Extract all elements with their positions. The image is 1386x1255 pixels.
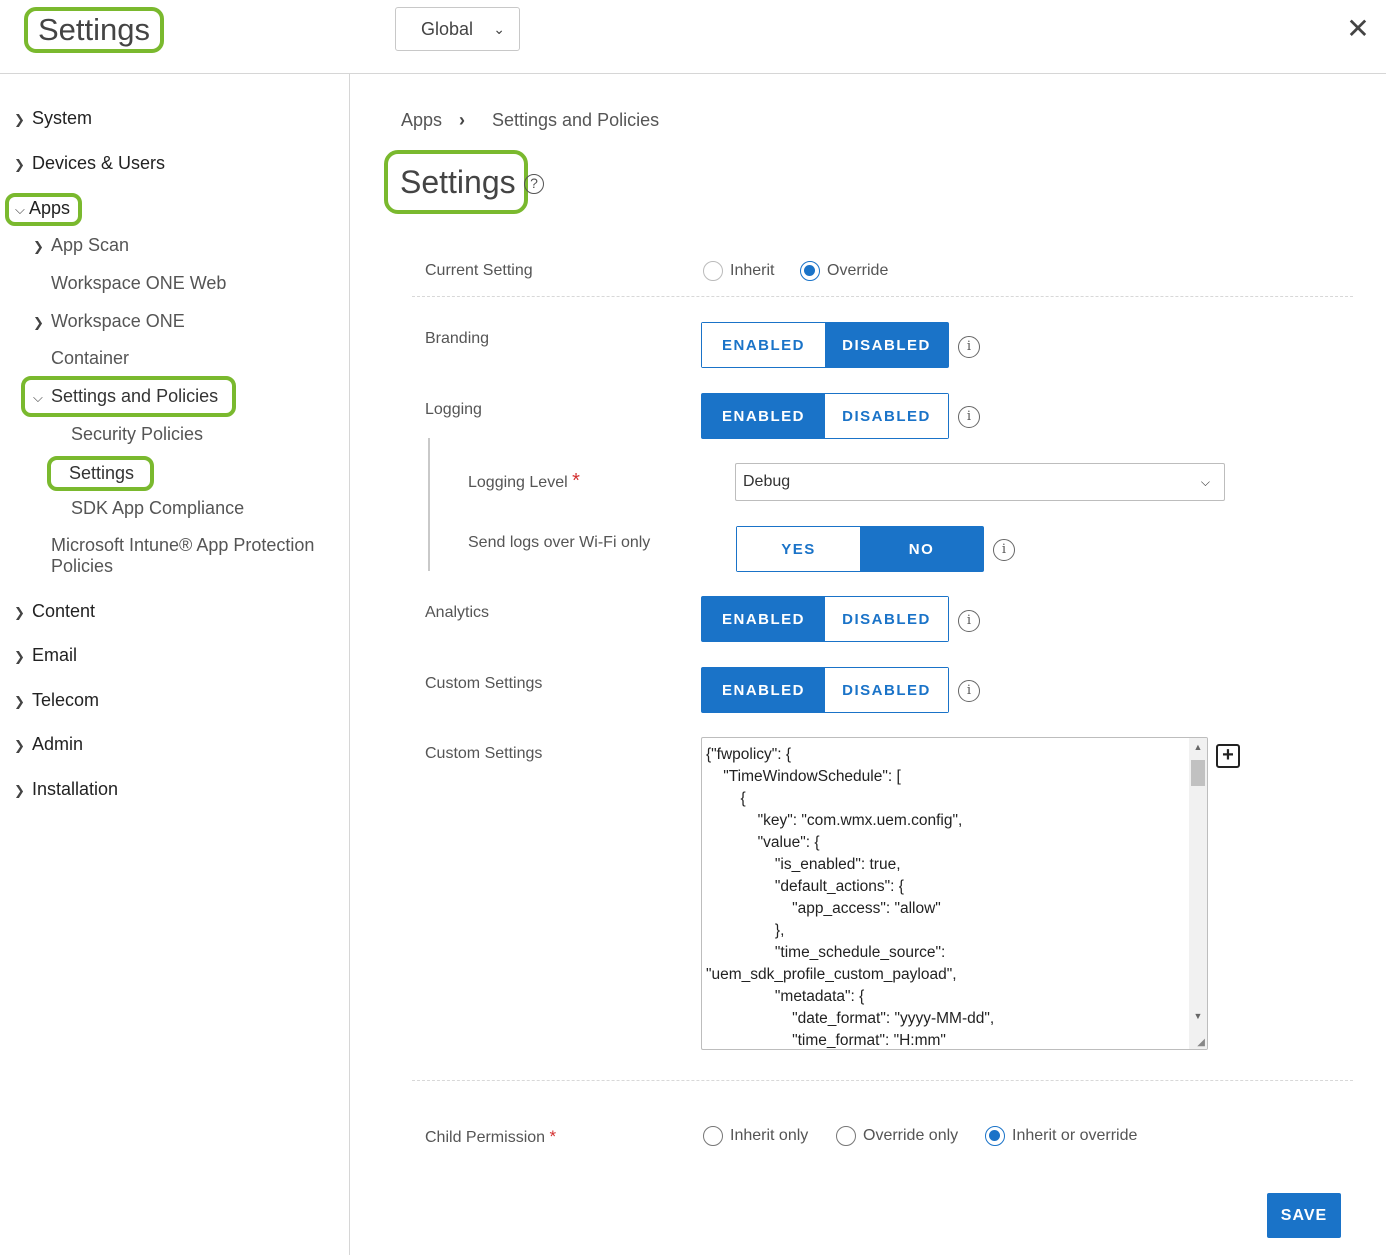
organization-group-selector[interactable]: Global ⌄ [395,7,520,51]
scroll-down-icon[interactable]: ▼ [1189,1007,1207,1025]
sidebar-item-installation[interactable]: ❯ Installation [14,779,118,800]
wifi-only-label: Send logs over Wi-Fi only [468,534,651,551]
breadcrumb-apps[interactable]: Apps [401,110,442,131]
custom-settings-info-icon[interactable]: i [958,680,980,702]
custom-settings-disabled-button[interactable]: DISABLED [825,668,948,712]
custom-settings-enabled-button[interactable]: ENABLED [702,668,825,712]
logging-enabled-button[interactable]: ENABLED [702,394,825,438]
sidebar-item-security-policies[interactable]: Security Policies [71,424,203,445]
chevron-right-icon: ❯ [33,239,44,254]
child-permission-override-only-radio[interactable]: Override only [836,1126,958,1146]
chevron-down-icon: ⌵ [15,202,25,217]
scope-value: Global [421,19,474,39]
radio-icon [703,1126,723,1146]
sidebar-item-settings-and-policies[interactable]: ⌵ Settings and Policies [21,376,237,417]
analytics-toggle: ENABLED DISABLED [701,596,949,642]
chevron-right-icon: ❯ [33,315,44,330]
sidebar-item-workspace-one-web[interactable]: Workspace ONE Web [51,273,226,294]
current-setting-label: Current Setting [425,262,533,279]
chevron-right-icon: ❯ [14,605,25,620]
custom-settings-toggle-label: Custom Settings [425,675,543,692]
analytics-label: Analytics [425,604,490,621]
save-button[interactable]: SAVE [1267,1193,1341,1238]
sidebar-item-container[interactable]: Container [51,348,129,369]
logging-group-indent-bar [428,438,430,571]
sidebar-item-apps[interactable]: ⌵ Apps [5,193,83,226]
logging-info-icon[interactable]: i [958,406,980,428]
wifi-only-toggle: YES NO [736,526,984,572]
custom-settings-text-label: Custom Settings [425,745,543,762]
chevron-right-icon: ❯ [14,738,25,753]
chevron-down-icon: ⌵ [1200,475,1210,489]
sidebar-item-workspace-one[interactable]: ❯ Workspace ONE [33,311,185,332]
custom-settings-toggle: ENABLED DISABLED [701,667,949,713]
chevron-right-icon: ❯ [14,112,25,127]
scrollbar-thumb[interactable] [1191,760,1205,786]
radio-icon [703,261,723,281]
branding-info-icon[interactable]: i [958,336,980,358]
radio-selected-icon [800,261,820,281]
chevron-right-icon: ❯ [14,157,25,172]
sidebar-item-content[interactable]: ❯ Content [14,601,95,622]
breadcrumb-separator-icon: › [459,110,465,130]
close-icon[interactable]: ✕ [1343,14,1373,44]
radio-icon [836,1126,856,1146]
current-setting-inherit-radio[interactable]: Inherit [703,261,774,281]
page-title: Settings [384,150,528,214]
section-divider [412,296,1353,297]
analytics-disabled-button[interactable]: DISABLED [825,597,948,641]
sidebar-item-app-scan[interactable]: ❯ App Scan [33,235,129,256]
header: Settings Global ⌄ ✕ [0,0,1386,74]
logging-level-select[interactable]: Debug ⌵ [735,463,1225,501]
sidebar-item-intune-app-protection[interactable]: Microsoft Intune® App Protection Policie… [51,535,314,577]
required-marker: * [572,470,580,492]
wifi-only-info-icon[interactable]: i [993,539,1015,561]
vertical-scrollbar[interactable]: ▲ ▼ [1189,738,1207,1049]
chevron-down-icon: ⌵ [33,390,43,405]
chevron-down-icon: ⌄ [493,21,505,37]
child-permission-inherit-or-override-radio[interactable]: Inherit or override [985,1126,1137,1146]
branding-toggle: ENABLED DISABLED [701,322,949,368]
sidebar-item-sdk-app-compliance[interactable]: SDK App Compliance [71,498,244,519]
custom-settings-textarea[interactable]: {"fwpolicy": { "TimeWindowSchedule": [ {… [701,737,1208,1050]
sidebar-item-settings[interactable]: Settings [47,456,155,491]
logging-level-label: Logging Level * [468,470,580,492]
branding-label: Branding [425,330,490,347]
sidebar-item-telecom[interactable]: ❯ Telecom [14,690,99,711]
sidebar-item-admin[interactable]: ❯ Admin [14,734,83,755]
custom-settings-json: {"fwpolicy": { "TimeWindowSchedule": [ {… [706,746,995,1049]
child-permission-inherit-only-radio[interactable]: Inherit only [703,1126,808,1146]
header-title: Settings [24,7,165,53]
chevron-right-icon: ❯ [14,783,25,798]
add-icon[interactable]: + [1216,744,1240,768]
branding-enabled-button[interactable]: ENABLED [702,323,825,367]
logging-disabled-button[interactable]: DISABLED [825,394,948,438]
resize-handle-icon[interactable]: ◢ [1197,1037,1205,1048]
sidebar-item-system[interactable]: ❯ System [14,108,92,129]
analytics-enabled-button[interactable]: ENABLED [702,597,825,641]
section-divider [412,1080,1353,1081]
wifi-only-yes-button[interactable]: YES [737,527,860,571]
help-icon[interactable]: ? [524,174,544,194]
required-marker: * [549,1127,557,1146]
logging-label: Logging [425,401,482,418]
child-permission-label: Child Permission * [425,1127,557,1146]
scroll-up-icon[interactable]: ▲ [1189,738,1207,756]
chevron-right-icon: ❯ [14,649,25,664]
wifi-only-no-button[interactable]: NO [860,527,983,571]
breadcrumb-settings-and-policies[interactable]: Settings and Policies [492,110,659,131]
branding-disabled-button[interactable]: DISABLED [825,323,948,367]
sidebar-item-devices-users[interactable]: ❯ Devices & Users [14,153,165,174]
analytics-info-icon[interactable]: i [958,610,980,632]
logging-level-value: Debug [743,473,791,490]
radio-selected-icon [985,1126,1005,1146]
chevron-right-icon: ❯ [14,694,25,709]
current-setting-override-radio[interactable]: Override [800,261,888,281]
logging-toggle: ENABLED DISABLED [701,393,949,439]
sidebar-item-email[interactable]: ❯ Email [14,645,77,666]
